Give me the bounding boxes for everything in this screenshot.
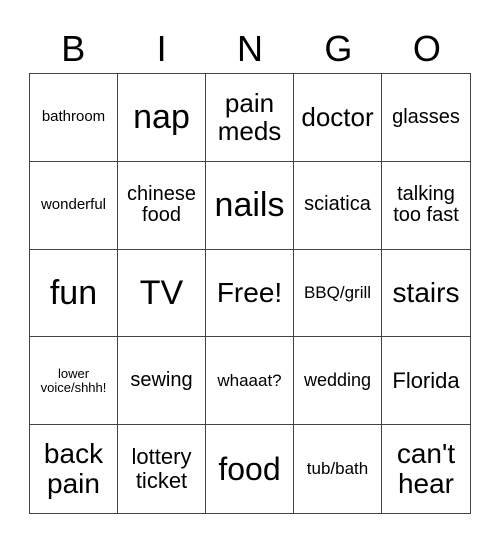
header-letter-i: I xyxy=(156,28,167,69)
bingo-cell[interactable]: BBQ/grill xyxy=(294,249,382,338)
bingo-cell[interactable]: chinese food xyxy=(118,161,206,250)
bingo-cell[interactable]: food xyxy=(206,425,294,513)
bingo-cell[interactable]: TV xyxy=(118,249,206,338)
bingo-cell[interactable]: bathroom xyxy=(30,74,118,162)
header-letter-o: O xyxy=(412,28,441,69)
bingo-cell[interactable]: lower voice/shhh! xyxy=(30,337,118,426)
bingo-cell[interactable]: can't hear xyxy=(382,425,470,513)
bingo-cell[interactable]: doctor xyxy=(294,74,382,162)
bingo-cell[interactable]: nails xyxy=(206,161,294,250)
header-letter-g: G xyxy=(324,28,353,69)
bingo-cell[interactable]: back pain xyxy=(30,425,118,513)
bingo-cell[interactable]: pain meds xyxy=(206,74,294,162)
bingo-cell[interactable]: sciatica xyxy=(294,161,382,250)
bingo-cell[interactable]: wedding xyxy=(294,337,382,426)
bingo-card-grid: bathroom nap pain meds doctor glasses wo… xyxy=(29,73,471,514)
bingo-cell[interactable]: talking too fast xyxy=(382,162,470,250)
bingo-cell[interactable]: sewing xyxy=(118,337,206,426)
bingo-cell[interactable]: tub/bath xyxy=(294,425,382,513)
bingo-cell[interactable]: nap xyxy=(118,74,206,162)
bingo-cell[interactable]: fun xyxy=(30,249,118,338)
bingo-header: B I N G O xyxy=(29,26,471,72)
header-letter-b: B xyxy=(61,28,86,69)
bingo-cell[interactable]: Florida xyxy=(382,337,470,426)
bingo-cell[interactable]: wonderful xyxy=(30,161,118,250)
bingo-cell[interactable]: lottery ticket xyxy=(118,425,206,513)
bingo-cell[interactable]: glasses xyxy=(382,74,470,162)
bingo-cell[interactable]: stairs xyxy=(382,250,470,338)
header-letter-n: N xyxy=(237,28,264,69)
bingo-cell[interactable]: whaaat? xyxy=(206,337,294,426)
bingo-cell-free[interactable]: Free! xyxy=(206,249,294,338)
